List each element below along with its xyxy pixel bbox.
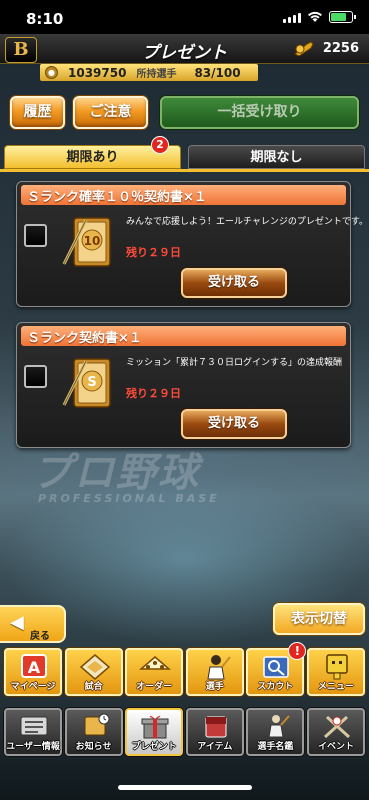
svg-text:S: S: [87, 375, 96, 390]
menu-event[interactable]: イベント: [306, 708, 365, 756]
wifi-icon: [308, 11, 322, 22]
menu-player[interactable]: 選手: [185, 648, 244, 696]
present-description: みんなで応援しよう！エールチャレンジのプレゼントです。: [126, 217, 369, 227]
menu-notice[interactable]: お知らせ: [64, 708, 123, 756]
present-select-checkbox[interactable]: [24, 224, 47, 247]
present-select-checkbox[interactable]: [24, 365, 47, 388]
order-icon: [139, 656, 172, 670]
menu-game[interactable]: 試合: [64, 648, 123, 696]
menu-menu[interactable]: メニュー: [306, 648, 365, 696]
present-remaining: 残り２９日: [126, 387, 181, 400]
tab-no-deadline[interactable]: 期限なし: [188, 145, 365, 169]
menu-label: ユーザー情報: [6, 742, 60, 752]
sub-menu: ユーザー情報 お知らせ プレゼント アイテム 選手名鑑 イベント: [0, 708, 369, 760]
scout-alert-badge: !: [288, 642, 307, 660]
menu-label: メニュー: [317, 682, 354, 692]
menu-icon: [326, 654, 348, 680]
menu-label: アイテム: [197, 742, 233, 752]
receive-button[interactable]: 受け取る: [181, 268, 287, 298]
currency-bat-icon: [293, 41, 314, 56]
currency-display: 2256: [293, 40, 359, 56]
tab-badge-count: 2: [151, 136, 169, 154]
present-title-bar: Ｓランク確率１０％契約書×１: [21, 185, 346, 205]
battery-icon: [329, 11, 356, 23]
menu-label: マイページ: [10, 682, 56, 692]
present-icon: [141, 715, 169, 739]
history-button[interactable]: 履歴: [10, 96, 65, 129]
menu-label: スカウト: [257, 682, 294, 692]
menu-scout[interactable]: スカウト !: [246, 642, 307, 696]
event-icon: [323, 715, 350, 739]
owned-players-label: 所持選手: [136, 69, 177, 80]
notice-button[interactable]: ご注意: [73, 96, 148, 129]
display-toggle-button[interactable]: 表示切替: [273, 603, 365, 635]
status-time: 8:10: [26, 10, 64, 28]
user-info-icon: [20, 716, 48, 736]
present-title: Ｓランク確率１０％契約書×１: [27, 190, 207, 205]
info-bar: ● 1039750 所持選手 83/100: [40, 64, 258, 81]
menu-item[interactable]: アイテム: [185, 708, 244, 756]
signal-icon: [283, 12, 301, 23]
receive-button[interactable]: 受け取る: [181, 409, 287, 439]
menu-present[interactable]: プレゼント: [125, 708, 184, 756]
menu-label: プレゼント: [131, 742, 177, 752]
back-button[interactable]: ◀ 戻る: [0, 605, 66, 643]
notice-icon: [84, 713, 110, 736]
tab-underline: [0, 169, 369, 172]
menu-mypage[interactable]: A マイページ: [4, 648, 62, 696]
back-arrow-icon: ◀: [10, 612, 24, 633]
present-title: Ｓランク契約書×１: [27, 331, 142, 346]
owned-players-value: 83/100: [194, 65, 241, 80]
bulk-receive-button[interactable]: 一括受け取り: [160, 96, 359, 129]
background-logo: プロ野球: [32, 450, 200, 496]
menu-label: 選手: [205, 682, 224, 692]
svg-text:A: A: [28, 658, 41, 677]
present-description: ミッション「累計７３０日ログインする」の達成報酬: [126, 358, 343, 368]
points-value: 1039750: [68, 65, 127, 80]
present-remaining: 残り２９日: [126, 246, 181, 259]
menu-order[interactable]: オーダー: [125, 648, 184, 696]
back-label: 戻る: [30, 631, 50, 642]
menu-label: お知らせ: [75, 742, 112, 752]
header: B プレゼント 2256: [0, 34, 369, 64]
item-icon: [205, 716, 227, 738]
scout-icon: [263, 656, 290, 678]
present-card: Ｓランク契約書×１ S ミッション「累計７３０日ログインする」の達成報酬 残り２…: [16, 322, 351, 448]
svg-text:10: 10: [84, 234, 101, 248]
home-indicator: [118, 785, 252, 790]
menu-label: イベント: [317, 742, 354, 752]
contract-10-percent-icon: 10: [62, 217, 111, 267]
game-icon: [79, 654, 110, 680]
status-bar: 8:10: [0, 0, 369, 34]
menu-label: オーダー: [136, 682, 173, 692]
menu-label: 試合: [84, 682, 103, 692]
player-directory-icon: [268, 715, 291, 738]
menu-player-directory[interactable]: 選手名鑑: [246, 708, 305, 756]
player-icon: [207, 655, 231, 680]
mypage-icon: A: [21, 654, 47, 678]
currency-value: 2256: [322, 40, 359, 56]
status-icons: [283, 11, 356, 23]
menu-label: 選手名鑑: [257, 742, 294, 752]
main-menu: A マイページ 試合 オーダー 選手 スカウト ! メニュー: [0, 642, 369, 698]
contract-s-icon: S: [62, 358, 111, 408]
menu-user-info[interactable]: ユーザー情報: [4, 708, 62, 756]
present-card: Ｓランク確率１０％契約書×１ 10 みんなで応援しよう！エールチャレンジのプレゼ…: [16, 181, 369, 307]
present-title-bar: Ｓランク契約書×１: [21, 326, 346, 346]
background-logo-sub: PROFESSIONAL BASE: [38, 492, 220, 505]
points-icon: ●: [45, 66, 58, 79]
